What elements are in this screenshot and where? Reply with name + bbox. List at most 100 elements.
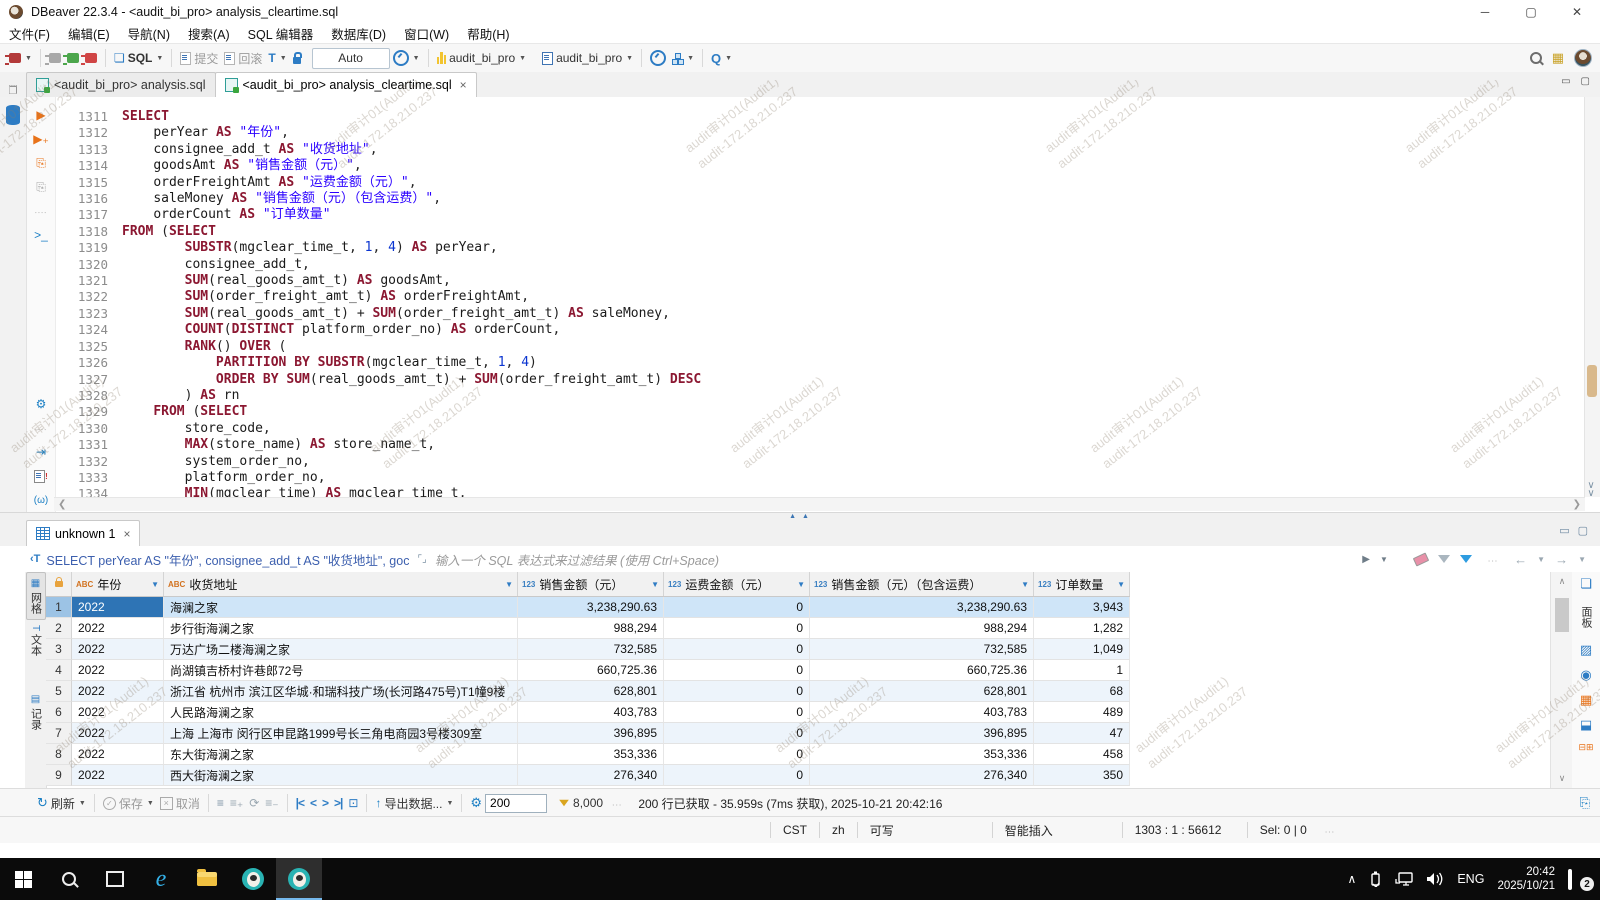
code-line[interactable]: 1317 orderCount AS "订单数量" — [56, 207, 1600, 223]
row-header-corner[interactable] — [46, 572, 72, 596]
table-cell[interactable]: 2022 — [72, 681, 164, 702]
table-cell[interactable]: 628,801 — [518, 681, 664, 702]
filter-history-dropdown[interactable]: ▼ — [1380, 555, 1388, 564]
view-tab-record[interactable]: ▤ 记录 — [27, 689, 45, 735]
copy-status-icon[interactable]: ⎘ — [1580, 795, 1590, 811]
code-line[interactable]: 1315 orderFreightAmt AS "运费金额（元）", — [56, 175, 1600, 191]
table-row[interactable]: 7 2022 上海 上海市 闵行区申昆路1999号长三角电商园3号楼309室 396,… — [46, 723, 1130, 744]
code-line[interactable]: 1323 SUM(real_goods_amt_t) + SUM(order_f… — [56, 306, 1600, 322]
sql-console-button[interactable]: >_ — [27, 223, 55, 247]
table-cell[interactable]: 万达广场二楼海澜之家 — [164, 639, 518, 660]
table-cell[interactable]: 489 — [1034, 702, 1130, 723]
table-cell[interactable]: 68 — [1034, 681, 1130, 702]
code-line[interactable]: 1314 goodsAmt AS "销售金额（元）", — [56, 158, 1600, 174]
panel-toggle-icon[interactable]: ❏ — [1580, 576, 1592, 592]
add-row-button[interactable]: ≡₊ — [227, 794, 246, 812]
filters-menu-icon[interactable] — [1459, 555, 1472, 563]
row-number[interactable]: 9 — [46, 765, 72, 786]
execute-statement-button[interactable]: ▶ — [27, 103, 55, 127]
table-cell[interactable]: 732,585 — [810, 639, 1034, 660]
rollback-button[interactable]: 回滚 — [221, 48, 265, 69]
code-line[interactable]: 1326 PARTITION BY SUBSTR(mgclear_time_t,… — [56, 355, 1600, 371]
table-row[interactable]: 6 2022 人民路海澜之家 403,783 0 403,783 489 — [46, 702, 1130, 723]
code-line[interactable]: 1332 system_order_no, — [56, 454, 1600, 470]
results-minimize-icon[interactable]: ▭ — [1559, 524, 1569, 537]
table-row[interactable]: 9 2022 西大街海澜之家 276,340 0 276,340 350 — [46, 765, 1130, 786]
view-tab-grid[interactable]: ▦ 网格 — [25, 572, 46, 620]
transaction-log-button[interactable]: ▼ — [390, 48, 423, 68]
task-view-button[interactable] — [92, 858, 138, 900]
column-filter-icon[interactable]: ▼ — [505, 580, 513, 589]
table-row[interactable]: 5 2022 浙江省 杭州市 滨江区华城·和瑞科技广场(长河路475号)T1幢9楼 6… — [46, 681, 1130, 702]
calc-panel-icon[interactable]: ⊟⊞ — [1578, 742, 1593, 753]
results-tab-unknown-1[interactable]: unknown 1 × — [26, 520, 141, 546]
menu-item[interactable]: 编辑(E) — [59, 24, 119, 43]
execute-new-tab-button[interactable]: ▶₊ — [27, 127, 55, 151]
table-cell[interactable]: 660,725.36 — [518, 660, 664, 681]
menu-item[interactable]: SQL 编辑器 — [239, 24, 323, 43]
table-cell[interactable]: 988,294 — [810, 618, 1034, 639]
apply-filter-button[interactable]: ▶ — [1362, 554, 1370, 565]
column-header[interactable]: 123 运费金额（元） ▼ — [664, 572, 810, 596]
grid-scroll-down-icon[interactable]: ∨ — [1551, 773, 1573, 784]
table-cell[interactable]: 人民路海澜之家 — [164, 702, 518, 723]
history-forward-dropdown[interactable]: ▼ — [1578, 555, 1586, 564]
code-line[interactable]: 1333 platform_order_no, — [56, 470, 1600, 486]
code-line[interactable]: 1330 store_code, — [56, 421, 1600, 437]
column-filter-icon[interactable]: ▼ — [1117, 580, 1125, 589]
table-cell[interactable]: 3,238,290.63 — [518, 597, 664, 618]
code-line[interactable]: 1311 SELECT — [56, 109, 1600, 125]
table-cell[interactable]: 2022 — [72, 660, 164, 681]
table-cell[interactable]: 0 — [664, 660, 810, 681]
code-line[interactable]: 1325 RANK() OVER ( — [56, 339, 1600, 355]
clear-filter-icon[interactable] — [1412, 551, 1430, 567]
database-navigator-icon[interactable] — [6, 105, 20, 117]
table-cell[interactable]: 458 — [1034, 744, 1130, 765]
sql-code-area[interactable]: 1311 SELECT 1312 perYear AS "年份", 1313 cons… — [56, 97, 1600, 512]
table-cell[interactable]: 2022 — [72, 765, 164, 786]
column-header[interactable]: 123 订单数量 ▼ — [1034, 572, 1130, 596]
row-number[interactable]: 4 — [46, 660, 72, 681]
history-back-dropdown[interactable]: ▼ — [1537, 555, 1545, 564]
next-row-button[interactable]: > — [319, 794, 331, 812]
row-number[interactable]: 1 — [46, 597, 72, 618]
row-number[interactable]: 7 — [46, 723, 72, 744]
table-cell[interactable]: 3,238,290.63 — [810, 597, 1034, 618]
table-cell[interactable]: 0 — [664, 639, 810, 660]
editor-settings-gear-icon[interactable]: ⚙ — [27, 392, 55, 416]
code-line[interactable]: 1312 perYear AS "年份", — [56, 125, 1600, 141]
metadata-icon[interactable]: ◉ — [1580, 667, 1591, 683]
table-cell[interactable]: 1,049 — [1034, 639, 1130, 660]
commit-button[interactable]: 提交 — [177, 48, 221, 69]
table-cell[interactable]: 2022 — [72, 639, 164, 660]
table-cell[interactable]: 2022 — [72, 723, 164, 744]
close-button[interactable]: ✕ — [1554, 0, 1600, 23]
code-line[interactable]: 1322 SUM(order_freight_amt_t) AS orderFr… — [56, 289, 1600, 305]
table-cell[interactable]: 1 — [1034, 660, 1130, 681]
autocommit-select[interactable]: Auto — [311, 47, 390, 69]
code-line[interactable]: 1329 FROM (SELECT — [56, 404, 1600, 420]
save-to-file-button[interactable]: ! — [27, 464, 55, 488]
row-number[interactable]: 3 — [46, 639, 72, 660]
output-console-button[interactable]: (ω) — [27, 488, 55, 512]
table-cell[interactable]: 403,783 — [810, 702, 1034, 723]
table-cell[interactable]: 0 — [664, 723, 810, 744]
taskbar-search-button[interactable] — [46, 858, 92, 900]
table-row[interactable]: 8 2022 东大街海澜之家 353,336 0 353,336 458 — [46, 744, 1130, 765]
transaction-mode-button[interactable]: T ▼ — [265, 49, 289, 67]
table-cell[interactable]: 660,725.36 — [810, 660, 1034, 681]
dbeaver-taskbar-icon[interactable] — [230, 858, 276, 900]
editor-area-toggle-icon[interactable]: ⸳⸳⸳⸳ ❐ — [0, 81, 26, 97]
ie-taskbar-icon[interactable]: e — [138, 858, 184, 900]
file-explorer-taskbar-icon[interactable] — [184, 858, 230, 900]
menu-item[interactable]: 搜索(A) — [179, 24, 239, 43]
minimize-editor-icon[interactable]: ▭ — [1561, 76, 1570, 87]
menu-item[interactable]: 导航(N) — [119, 24, 179, 43]
column-filter-icon[interactable]: ▼ — [797, 580, 805, 589]
column-header[interactable]: ABC 年份 ▼ — [72, 572, 164, 596]
table-cell[interactable]: 东大街海澜之家 — [164, 744, 518, 765]
clock[interactable]: 20:42 2025/10/21 — [1497, 865, 1555, 893]
code-line[interactable]: 1318 FROM (SELECT — [56, 224, 1600, 240]
minimize-button[interactable]: ─ — [1462, 0, 1508, 23]
fetch-all-button[interactable]: 8,000 — [555, 794, 606, 812]
